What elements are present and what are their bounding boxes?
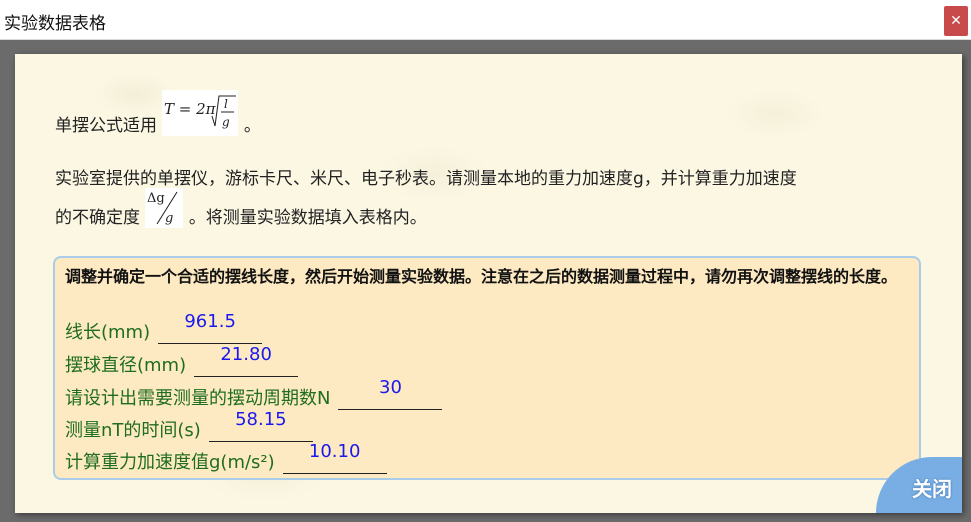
- window-title: 实验数据表格: [4, 14, 106, 34]
- field-value: 58.15: [235, 409, 287, 430]
- uncertainty-fraction-graphic: Δg g: [147, 191, 178, 226]
- pendulum-formula: T = 2π l g: [162, 90, 239, 136]
- field-label: 请设计出需要测量的摆动周期数N: [65, 388, 331, 409]
- pendulum-formula-graphic: T = 2π l g: [164, 95, 237, 129]
- field-value: 21.80: [220, 344, 272, 365]
- experiment-panel: 单摆公式适用 T = 2π l g 。 实验室提供的单摆仪，游标卡尺、米尺、电子…: [15, 54, 962, 513]
- field-value: 30: [379, 377, 402, 398]
- field-label: 测量nT的时间(s): [65, 420, 201, 441]
- backdrop: [0, 40, 971, 54]
- gravity-input[interactable]: 10.10: [282, 441, 387, 474]
- field-label: 摆球直径(mm): [65, 355, 187, 376]
- intro-line-1: 单摆公式适用 T = 2π l g 。: [55, 90, 261, 136]
- field-row-ball-diameter: 摆球直径(mm) 21.80: [65, 344, 299, 377]
- nt-time-input[interactable]: 58.15: [208, 409, 313, 442]
- formula-numerator: l: [224, 97, 228, 111]
- intro-line3-suffix: 。将测量实验数据填入表格内。: [188, 208, 427, 228]
- field-label: 线长(mm): [65, 322, 151, 343]
- formula-denominator: g: [222, 115, 230, 129]
- formula-lhs: T = 2π: [164, 100, 217, 118]
- uncertainty-denominator: g: [165, 211, 173, 226]
- field-value: 961.5: [184, 311, 236, 332]
- ball-diameter-input[interactable]: 21.80: [194, 344, 299, 377]
- field-row-period-count: 请设计出需要测量的摆动周期数N 30: [65, 377, 443, 410]
- intro-line3-prefix: 的不确定度: [55, 208, 140, 228]
- period-count-input[interactable]: 30: [338, 377, 443, 410]
- field-label: 计算重力加速度值g(m/s²): [65, 452, 275, 473]
- measurement-box: 调整并确定一个合适的摆线长度，然后开始测量实验数据。注意在之后的数据测量过程中，…: [53, 256, 921, 480]
- string-length-input[interactable]: 961.5: [158, 311, 263, 344]
- field-value: 10.10: [308, 441, 361, 462]
- window-titlebar: 实验数据表格 ✕: [0, 0, 971, 40]
- uncertainty-numerator: Δg: [147, 191, 165, 206]
- instruction-text: 调整并确定一个合适的摆线长度，然后开始测量实验数据。注意在之后的数据测量过程中，…: [65, 267, 898, 286]
- field-row-gravity: 计算重力加速度值g(m/s²) 10.10: [65, 441, 387, 474]
- intro-line-3: 的不确定度 Δg g 。将测量实验数据填入表格内。: [55, 188, 427, 228]
- intro-line1-suffix: 。: [243, 116, 261, 136]
- uncertainty-fraction: Δg g: [145, 188, 184, 228]
- field-row-nt-time: 测量nT的时间(s) 58.15: [65, 409, 313, 442]
- window-close-button[interactable]: ✕: [944, 6, 968, 36]
- field-row-string-length: 线长(mm) 961.5: [65, 311, 263, 344]
- intro-line-2: 实验室提供的单摆仪，游标卡尺、米尺、电子秒表。请测量本地的重力加速度g，并计算重…: [55, 169, 797, 189]
- intro-line1-prefix: 单摆公式适用: [55, 116, 157, 136]
